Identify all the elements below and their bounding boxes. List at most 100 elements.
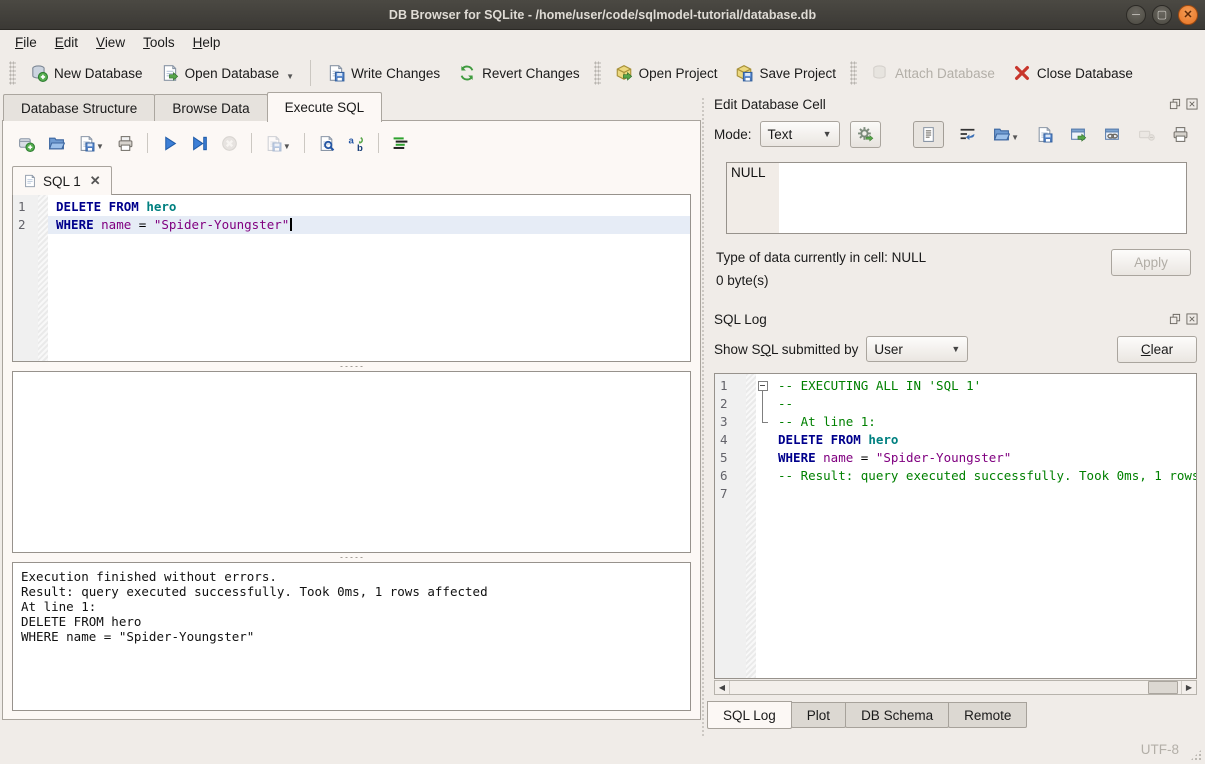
save-results-button[interactable]: ▼ xyxy=(263,133,293,154)
find-replace-button[interactable]: ab xyxy=(346,133,367,154)
save-sql-file-dropdown-icon[interactable]: ▼ xyxy=(96,142,104,152)
menu-view[interactable]: View xyxy=(87,32,134,53)
write-changes-label: Write Changes xyxy=(351,66,440,81)
tab-browse-data[interactable]: Browse Data xyxy=(154,94,267,121)
line-number: 6 xyxy=(715,467,746,485)
code-area[interactable]: -- EXECUTING ALL IN 'SQL 1'---- At line … xyxy=(770,374,1196,678)
sql-log-hscrollbar[interactable]: ◀ ▶ xyxy=(714,680,1197,695)
toolbar-grip[interactable] xyxy=(9,61,16,85)
close-button[interactable]: ✕ xyxy=(1178,5,1198,25)
open-database-dropdown-icon[interactable]: ▼ xyxy=(286,72,294,82)
set-link-button[interactable] xyxy=(1102,124,1123,145)
find-button[interactable] xyxy=(316,133,337,154)
revert-changes-icon xyxy=(458,64,476,82)
format-sql-button[interactable] xyxy=(390,133,411,154)
dock-tab-sql-log[interactable]: SQL Log xyxy=(707,701,792,729)
open-tab-button[interactable] xyxy=(16,133,37,154)
stop-button[interactable] xyxy=(219,133,240,154)
close-dock-icon[interactable] xyxy=(1185,98,1198,111)
menu-edit[interactable]: Edit xyxy=(46,32,87,53)
save-sql-file-button[interactable]: ▼ xyxy=(76,133,106,154)
submitted-by-select[interactable]: User▼ xyxy=(866,336,968,362)
open-external-button[interactable] xyxy=(1068,124,1089,145)
auto-apply-button[interactable] xyxy=(850,121,881,148)
edit-cell-title: Edit Database Cell xyxy=(714,97,826,112)
results-messages-splitter[interactable] xyxy=(12,553,691,562)
code-area[interactable]: DELETE FROM heroWHERE name = "Spider-You… xyxy=(48,195,690,361)
word-wrap-button[interactable] xyxy=(957,124,978,145)
dock-tab-db-schema[interactable]: DB Schema xyxy=(845,702,949,728)
sql-file-icon xyxy=(23,174,37,188)
dock-tab-plot[interactable]: Plot xyxy=(791,702,846,728)
tab-database-structure[interactable]: Database Structure xyxy=(3,94,155,121)
line-number: 1 xyxy=(13,198,38,216)
dock-tab-remote[interactable]: Remote xyxy=(948,702,1027,728)
save-project-icon xyxy=(735,64,753,82)
text-mode-button[interactable] xyxy=(913,121,944,148)
revert-changes-button[interactable]: Revert Changes xyxy=(449,59,589,87)
mode-select[interactable]: Text▼ xyxy=(760,121,840,147)
float-dock-icon[interactable] xyxy=(1168,313,1181,326)
fold-marker[interactable] xyxy=(756,395,770,413)
toolbar-grip[interactable] xyxy=(850,61,857,85)
sql-tab-close-icon[interactable]: ✕ xyxy=(90,173,101,189)
edit-cell-dock-header: Edit Database Cell xyxy=(706,93,1205,115)
menu-tools[interactable]: Tools xyxy=(134,32,184,53)
resize-grip[interactable] xyxy=(1190,749,1202,761)
new-database-button[interactable]: New Database xyxy=(21,59,152,87)
write-changes-button[interactable]: Write Changes xyxy=(318,59,449,87)
set-null-icon xyxy=(1138,126,1155,143)
menu-help[interactable]: Help xyxy=(184,32,230,53)
scroll-thumb[interactable] xyxy=(1148,681,1178,694)
open-tab-icon xyxy=(18,135,35,152)
fold-marker[interactable] xyxy=(756,377,770,395)
close-database-button[interactable]: Close Database xyxy=(1004,59,1142,87)
messages-pane[interactable]: Execution finished without errors.Result… xyxy=(12,562,691,711)
print-cell-button[interactable] xyxy=(1170,124,1191,145)
attach-database-button[interactable]: Attach Database xyxy=(862,59,1004,87)
import-file-button[interactable]: ▼ xyxy=(991,124,1021,145)
open-database-icon xyxy=(161,64,179,82)
import-file-dropdown-icon[interactable]: ▼ xyxy=(1011,133,1019,143)
scroll-left-arrow[interactable]: ◀ xyxy=(715,681,730,694)
sql-file-tab[interactable]: SQL 1 ✕ xyxy=(12,166,112,195)
editor-results-splitter[interactable] xyxy=(12,362,691,371)
maximize-button[interactable]: ▢ xyxy=(1152,5,1172,25)
sql-log-view[interactable]: 1234567-- EXECUTING ALL IN 'SQL 1'---- A… xyxy=(714,373,1197,679)
fold-marker[interactable] xyxy=(756,413,770,431)
scroll-track[interactable] xyxy=(730,681,1181,694)
sql-editor-toolbar: ▼ ▼ ab xyxy=(12,129,691,157)
close-dock-icon[interactable] xyxy=(1185,313,1198,326)
clear-button[interactable]: Clear xyxy=(1117,336,1197,363)
find-replace-icon: ab xyxy=(348,135,365,152)
open-sql-file-button[interactable] xyxy=(46,133,67,154)
save-sql-file-icon xyxy=(78,135,95,152)
scroll-right-arrow[interactable]: ▶ xyxy=(1181,681,1196,694)
line-number-gutter: 12 xyxy=(13,195,38,361)
open-project-icon xyxy=(615,64,633,82)
cell-editor[interactable]: NULL xyxy=(726,162,1187,234)
results-grid[interactable] xyxy=(12,371,691,553)
open-project-button[interactable]: Open Project xyxy=(606,59,727,87)
toolbar-grip[interactable] xyxy=(594,61,601,85)
open-database-button[interactable]: Open Database▼ xyxy=(152,59,304,87)
tab-execute-sql[interactable]: Execute SQL xyxy=(267,92,383,122)
execute-all-button[interactable] xyxy=(159,133,180,154)
format-sql-icon xyxy=(392,135,409,152)
print-sql-button[interactable] xyxy=(115,133,136,154)
mode-label: Mode: xyxy=(714,127,752,142)
line-number: 1 xyxy=(715,377,746,395)
float-dock-icon[interactable] xyxy=(1168,98,1181,111)
apply-button[interactable]: Apply xyxy=(1111,249,1191,276)
menu-file[interactable]: File xyxy=(6,32,46,53)
set-null-button[interactable] xyxy=(1136,124,1157,145)
execute-current-line-button[interactable] xyxy=(189,133,210,154)
sql-editor[interactable]: 12DELETE FROM heroWHERE name = "Spider-Y… xyxy=(12,194,691,362)
minimize-button[interactable]: ─ xyxy=(1126,5,1146,25)
save-results-dropdown-icon[interactable]: ▼ xyxy=(283,142,291,152)
code-line: -- xyxy=(770,395,1196,413)
fold-cell xyxy=(756,485,770,503)
encoding-indicator[interactable]: UTF-8 xyxy=(1141,742,1179,757)
export-file-button[interactable] xyxy=(1034,124,1055,145)
save-project-button[interactable]: Save Project xyxy=(726,59,845,87)
